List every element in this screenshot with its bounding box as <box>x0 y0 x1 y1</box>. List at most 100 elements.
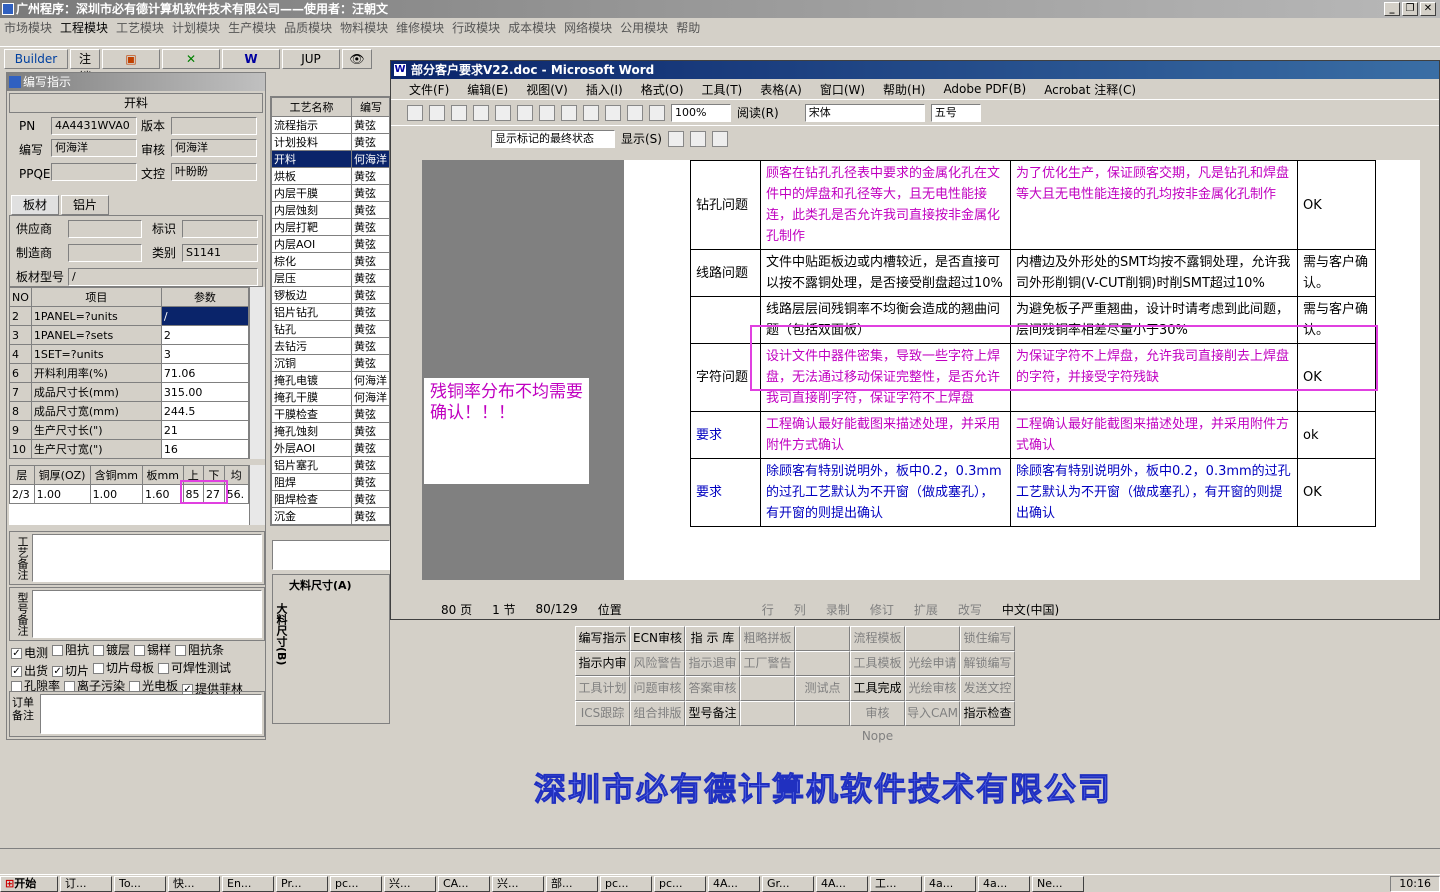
list-item[interactable]: 锣板边 黄弦 <box>271 286 389 304</box>
word-menu-item[interactable]: 编辑(E) <box>467 81 508 98</box>
list-item[interactable]: 掩孔蚀刻 黄弦 <box>271 422 389 440</box>
task-button[interactable]: 兴... <box>384 875 436 892</box>
word-menu-item[interactable]: 插入(I) <box>586 81 623 98</box>
task-button[interactable]: 4A... <box>708 875 760 892</box>
table-row[interactable]: 7 成品尺寸长(mm) 315.00 <box>9 382 250 402</box>
word-menu-item[interactable]: 工具(T) <box>702 81 743 98</box>
table-row[interactable]: 3 1PANEL=?sets 2 <box>9 325 250 345</box>
doc-field[interactable]: 叶盼盼 <box>171 163 257 181</box>
action-button[interactable]: 光绘申请 <box>905 651 960 676</box>
menu-item[interactable]: 成本模块 <box>508 19 564 36</box>
action-button[interactable] <box>905 626 960 651</box>
list-item[interactable]: 沉金 黄弦 <box>271 507 389 525</box>
action-button[interactable]: 光绘审核 <box>905 676 960 701</box>
order-notes-field[interactable] <box>40 694 262 734</box>
checkbox[interactable]: 阻抗 <box>52 643 89 658</box>
list-item[interactable]: 内层打靶 黄弦 <box>271 218 389 236</box>
table-row[interactable]: 6 开料利用率(%) 71.06 <box>9 363 250 383</box>
paste-icon[interactable] <box>583 104 599 121</box>
action-button[interactable]: 组合排版 <box>630 701 685 726</box>
task-button[interactable]: En... <box>222 875 274 892</box>
list-item[interactable]: 内层干膜 黄弦 <box>271 184 389 202</box>
menu-item[interactable]: 工程模块 <box>60 19 116 36</box>
close-button[interactable]: ✕ <box>1420 2 1436 16</box>
comment-icon[interactable] <box>711 130 728 147</box>
list-item[interactable]: 计划投料 黄弦 <box>271 133 389 151</box>
ppqe-field[interactable] <box>51 163 137 181</box>
list-item[interactable]: 阻焊检查 黄弦 <box>271 490 389 508</box>
list-item[interactable]: 内层蚀刻 黄弦 <box>271 201 389 219</box>
list-item[interactable]: 铝片塞孔 黄弦 <box>271 456 389 474</box>
list-item[interactable]: 铝片钻孔 黄弦 <box>271 303 389 321</box>
action-button[interactable] <box>740 701 795 726</box>
table-icon[interactable] <box>649 104 665 121</box>
status-ext[interactable]: 扩展 <box>904 601 948 618</box>
action-button[interactable] <box>795 701 850 726</box>
table-row[interactable]: 4 1SET=?units 3 <box>9 344 250 364</box>
checkbox[interactable]: ✓ 电测 <box>11 646 48 661</box>
minimize-button[interactable]: _ <box>1384 2 1400 16</box>
checkbox[interactable]: 阻抗条 <box>175 643 224 658</box>
action-button[interactable]: 风险警告 <box>630 651 685 676</box>
copy-icon[interactable] <box>561 104 577 121</box>
model-notes-field[interactable] <box>32 590 262 638</box>
action-button[interactable]: 解锁编写 <box>960 651 1015 676</box>
task-button[interactable]: 4a... <box>924 875 976 892</box>
action-button[interactable] <box>795 651 850 676</box>
process-input[interactable] <box>272 540 390 570</box>
list-item[interactable]: 沉铜 黄弦 <box>271 354 389 372</box>
action-button[interactable]: 问题审核 <box>630 676 685 701</box>
reject-icon[interactable] <box>689 130 706 147</box>
action-button[interactable]: 粗略拼板 <box>740 626 795 651</box>
action-button[interactable]: 指示检查 <box>960 701 1015 726</box>
action-button[interactable]: 锁住编写 <box>960 626 1015 651</box>
list-item[interactable]: 流程指示 黄弦 <box>271 116 389 134</box>
menu-item[interactable]: 市场模块 <box>4 19 60 36</box>
pn-field[interactable]: 4A4431WVA0 <box>51 117 137 135</box>
list-item[interactable]: 内层AOI 黄弦 <box>271 235 389 253</box>
markup-select[interactable]: 显示标记的最终状态 <box>491 129 615 148</box>
table-row[interactable]: 9 生产尺寸长(") 21 <box>9 420 250 440</box>
cut-icon[interactable] <box>539 104 555 121</box>
jup-button[interactable]: JUP <box>282 48 340 69</box>
restore-button[interactable]: ❐ <box>1402 2 1418 16</box>
zoom-select[interactable]: 100% <box>671 103 731 122</box>
action-button[interactable]: 答案审核 <box>685 676 740 701</box>
task-button[interactable]: 部... <box>546 875 598 892</box>
task-button[interactable]: 4a... <box>978 875 1030 892</box>
checkbox[interactable]: 可焊性测试 <box>158 661 231 676</box>
redo-icon[interactable] <box>627 104 643 121</box>
table-row[interactable]: 2 1PANEL=?units / <box>9 306 250 326</box>
checkbox[interactable]: 锡样 <box>134 643 171 658</box>
task-button[interactable]: 兴... <box>492 875 544 892</box>
checkbox[interactable]: ✓ 切片 <box>52 664 89 679</box>
excel-icon[interactable]: ✕ <box>162 48 220 69</box>
font-select[interactable]: 宋体 <box>804 103 925 122</box>
task-button[interactable]: Gr... <box>762 875 814 892</box>
task-button[interactable]: Ne... <box>1032 875 1084 892</box>
task-button[interactable]: 订... <box>60 875 112 892</box>
undo-icon[interactable] <box>605 104 621 121</box>
checkbox[interactable]: 切片母板 <box>93 661 154 676</box>
checkbox[interactable]: 镀层 <box>93 643 130 658</box>
menu-item[interactable]: 维修模块 <box>396 19 452 36</box>
author-field[interactable]: 何海洋 <box>51 139 137 157</box>
menu-item[interactable]: 工艺模块 <box>116 19 172 36</box>
open-icon[interactable] <box>429 104 445 121</box>
list-item[interactable]: 掩孔电镀 何海洋 <box>271 371 389 389</box>
action-button[interactable] <box>795 626 850 651</box>
list-item[interactable]: 烘板 黄弦 <box>271 167 389 185</box>
action-button[interactable]: 工具完成 <box>850 676 905 701</box>
menu-item[interactable]: 公用模块 <box>620 19 676 36</box>
list-item[interactable]: 钻孔 黄弦 <box>271 320 389 338</box>
menu-item[interactable]: 生产模块 <box>228 19 284 36</box>
task-button[interactable]: 工... <box>870 875 922 892</box>
reviewer-field[interactable]: 何海洋 <box>171 139 257 157</box>
word-menu-item[interactable]: 帮助(H) <box>883 81 925 98</box>
spell-icon[interactable] <box>517 104 533 121</box>
table-row[interactable]: 8 成品尺寸宽(mm) 244.5 <box>9 401 250 421</box>
mark-field[interactable] <box>182 220 258 238</box>
task-button[interactable]: pc... <box>600 875 652 892</box>
layer-scrollbar[interactable] <box>249 465 265 525</box>
task-button[interactable]: pc... <box>330 875 382 892</box>
